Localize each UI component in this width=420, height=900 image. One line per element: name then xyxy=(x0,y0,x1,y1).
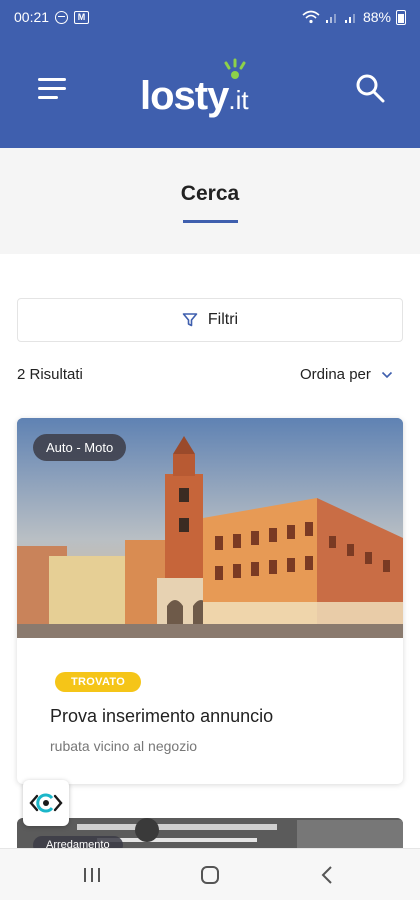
recent-apps-icon[interactable] xyxy=(80,863,104,887)
gmail-icon: M xyxy=(74,10,90,24)
battery-icon xyxy=(396,9,406,25)
signal-icon xyxy=(344,14,355,23)
title-area: Cerca xyxy=(0,148,420,254)
battery-percent: 88% xyxy=(362,9,391,25)
title-underline xyxy=(183,220,238,223)
losty-logo: losty.it xyxy=(140,58,280,128)
category-pill: Auto - Moto xyxy=(33,434,127,461)
sort-dropdown[interactable]: Ordina per xyxy=(300,366,393,383)
eye-logo-icon xyxy=(29,793,63,813)
status-badge: TROVATO xyxy=(55,672,142,692)
listing-description: rubata vicino al negozio xyxy=(50,738,198,754)
results-count: 2 Risultati xyxy=(17,366,83,383)
listing-title: Prova inserimento annuncio xyxy=(50,706,274,726)
logo-word: losty xyxy=(140,74,229,118)
filters-button[interactable]: Filtri xyxy=(17,298,403,342)
listing-image: Auto - Moto xyxy=(17,418,403,638)
app-header: losty.it xyxy=(0,34,420,148)
status-time: 00:21 xyxy=(14,9,50,25)
page-title: Cerca xyxy=(180,182,240,205)
listing-card[interactable]: Auto - Moto TROVATO Prova inserimento an… xyxy=(17,418,403,784)
wifi-icon xyxy=(302,10,320,24)
dnd-icon xyxy=(55,10,69,24)
filters-label: Filtri xyxy=(207,311,239,328)
chevron-down-icon xyxy=(381,371,392,378)
search-icon[interactable] xyxy=(354,72,386,104)
hamburger-menu-icon[interactable] xyxy=(38,78,66,100)
back-icon[interactable] xyxy=(316,863,340,887)
filter-icon xyxy=(182,313,198,327)
accessibility-widget-button[interactable] xyxy=(23,780,69,826)
system-nav-bar xyxy=(0,848,420,900)
results-content: Filtri 2 Risultati Ordina per Auto - Mot… xyxy=(0,254,420,858)
home-icon[interactable] xyxy=(198,863,222,887)
sort-label: Ordina per xyxy=(300,366,371,383)
status-bar: 00:21 M 88% xyxy=(0,0,420,34)
logo-tld: .it xyxy=(228,85,249,115)
signal-icon xyxy=(325,14,336,23)
